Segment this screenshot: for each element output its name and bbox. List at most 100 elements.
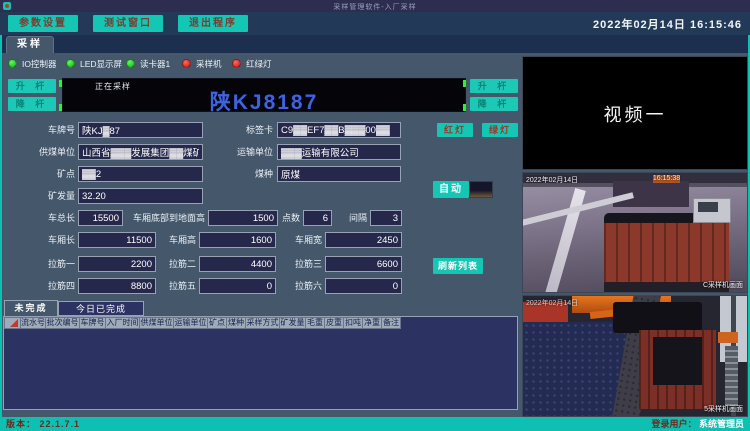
col-sample-method[interactable]: 采样方式 [246,317,280,329]
auto-toggle[interactable] [469,181,493,198]
col-batch[interactable]: 批次编号 [46,317,80,329]
row-marker-cell [4,317,21,329]
mine-amount-label: 矿发量 [25,188,75,204]
coal-type-label: 煤种 [228,166,273,182]
col-entry-time[interactable]: 入厂时间 [106,317,140,329]
app-window: 采样管理软件-入厂采样 参数设置 测试窗口 退出程序 2022年02月14日 1… [0,0,750,431]
datetime-display: 2022年02月14日 16:15:46 [593,16,742,32]
mine-amount-input[interactable] [78,188,203,204]
bottom-height-input[interactable] [208,210,278,226]
left-edge [0,35,2,431]
raise-rod-right-button[interactable]: 升 杆 [470,79,518,93]
camera3-watermark: 5采样机画面 [704,404,743,414]
led-screen-led [66,59,75,68]
auto-button[interactable]: 自动 [433,181,469,198]
exit-button[interactable]: 退出程序 [178,15,248,32]
version-text: 版本： 22.1.7.1 [6,417,80,431]
box-width-input[interactable] [325,232,402,248]
camera2-time: 16:15:38 [653,175,680,182]
camera2-watermark: C采样机画面 [703,280,743,290]
tie2-label: 拉筋二 [162,256,196,272]
led-corner-mark [463,104,466,111]
tie5-label: 拉筋五 [162,278,196,294]
mine-point-label: 矿点 [25,166,75,182]
col-net[interactable]: 净重 [363,317,382,329]
camera2-date: 2022年02月14日 [526,175,578,185]
box-length-input[interactable] [78,232,156,248]
transport-input[interactable] [277,144,401,160]
col-plate[interactable]: 车牌号 [80,317,106,329]
col-coal-supplier[interactable]: 供煤单位 [140,317,174,329]
refresh-list-button[interactable]: 刷新列表 [433,258,483,274]
records-table-header: 流水号 批次编号 车牌号 入厂时间 供煤单位 运输单位 矿点 煤种 采样方式 矿… [4,317,517,329]
tab-sampling[interactable]: 采样 [6,36,54,53]
col-deduct[interactable]: 扣吨 [344,317,363,329]
total-length-label: 车总长 [30,210,75,226]
total-length-input[interactable] [78,210,123,226]
col-tare[interactable]: 皮重 [325,317,344,329]
led-display: 正在采样 陕KJ8187 [62,78,466,112]
green-light-button[interactable]: 绿灯 [482,123,518,137]
col-mine-point[interactable]: 矿点 [208,317,227,329]
mine-point-input[interactable] [78,166,203,182]
row-marker-icon [10,319,18,327]
led-corner-mark [59,80,62,87]
box-height-input[interactable] [199,232,276,248]
tie6-input[interactable] [325,278,402,294]
status-bar: 版本： 22.1.7.1 登录用户： 系统管理员 [0,417,750,431]
tab-finished-today[interactable]: 今日已完成 [58,301,144,316]
col-mine-amount[interactable]: 矿发量 [280,317,306,329]
tie5-input[interactable] [199,278,276,294]
truck-side-view [604,223,729,283]
led-corner-mark [463,80,466,87]
transport-label: 运输单位 [228,144,273,160]
menu-bar: 参数设置 测试窗口 退出程序 2022年02月14日 16:15:46 [0,12,750,35]
video-panel-2[interactable]: 2022年02月14日 16:15:38 C采样机画面 [522,172,748,293]
sampler-led [182,59,191,68]
tag-card-label: 标签卡 [228,122,273,138]
tie1-label: 拉筋一 [30,256,75,272]
tie4-label: 拉筋四 [30,278,75,294]
settings-button[interactable]: 参数设置 [8,15,78,32]
led-corner-mark [59,104,62,111]
points-input[interactable] [303,210,332,226]
tie3-input[interactable] [325,256,402,272]
plate-input[interactable] [78,122,203,138]
window-title: 采样管理软件-入厂采样 [0,2,750,12]
traffic-light-led [232,59,241,68]
camera3-date: 2022年02月14日 [526,298,578,308]
plate-label: 车牌号 [25,122,75,138]
raise-rod-left-button[interactable]: 升 杆 [8,79,56,93]
tie4-input[interactable] [78,278,156,294]
red-light-button[interactable]: 红灯 [437,123,473,137]
tag-card-input[interactable] [277,122,401,138]
interval-label: 间隔 [344,210,367,226]
coal-supplier-input[interactable] [78,144,203,160]
led-plate-number: 陕KJ8187 [63,86,465,116]
tie6-label: 拉筋六 [288,278,322,294]
col-serial[interactable]: 流水号 [21,317,46,329]
box-length-label: 车厢长 [30,232,75,248]
lower-rod-right-button[interactable]: 降 杆 [470,97,518,111]
tie3-label: 拉筋三 [288,256,322,272]
interval-input[interactable] [370,210,402,226]
tie2-input[interactable] [199,256,276,272]
col-transport[interactable]: 运输单位 [174,317,208,329]
video-panel-3[interactable]: 2022年02月14日 5采样机画面 [522,295,748,417]
box-width-label: 车厢宽 [290,232,322,248]
lower-rod-left-button[interactable]: 降 杆 [8,97,56,111]
records-table-body[interactable] [3,316,518,410]
tab-strip: 采样 [0,35,750,53]
col-remark[interactable]: 备注 [382,317,401,329]
col-gross[interactable]: 毛重 [306,317,325,329]
points-label: 点数 [280,210,300,226]
tie1-input[interactable] [78,256,156,272]
login-user-text: 登录用户： 系统管理员 [651,417,744,431]
col-coal-type[interactable]: 煤种 [227,317,246,329]
video1-title: 视频一 [523,101,747,127]
coal-type-input[interactable] [277,166,401,182]
bottom-height-label: 车厢底部到地面高 [126,210,205,226]
video-panel-1[interactable]: 视频一 [522,56,748,170]
test-window-button[interactable]: 测试窗口 [93,15,163,32]
tab-unfinished[interactable]: 未完成 [4,300,58,316]
